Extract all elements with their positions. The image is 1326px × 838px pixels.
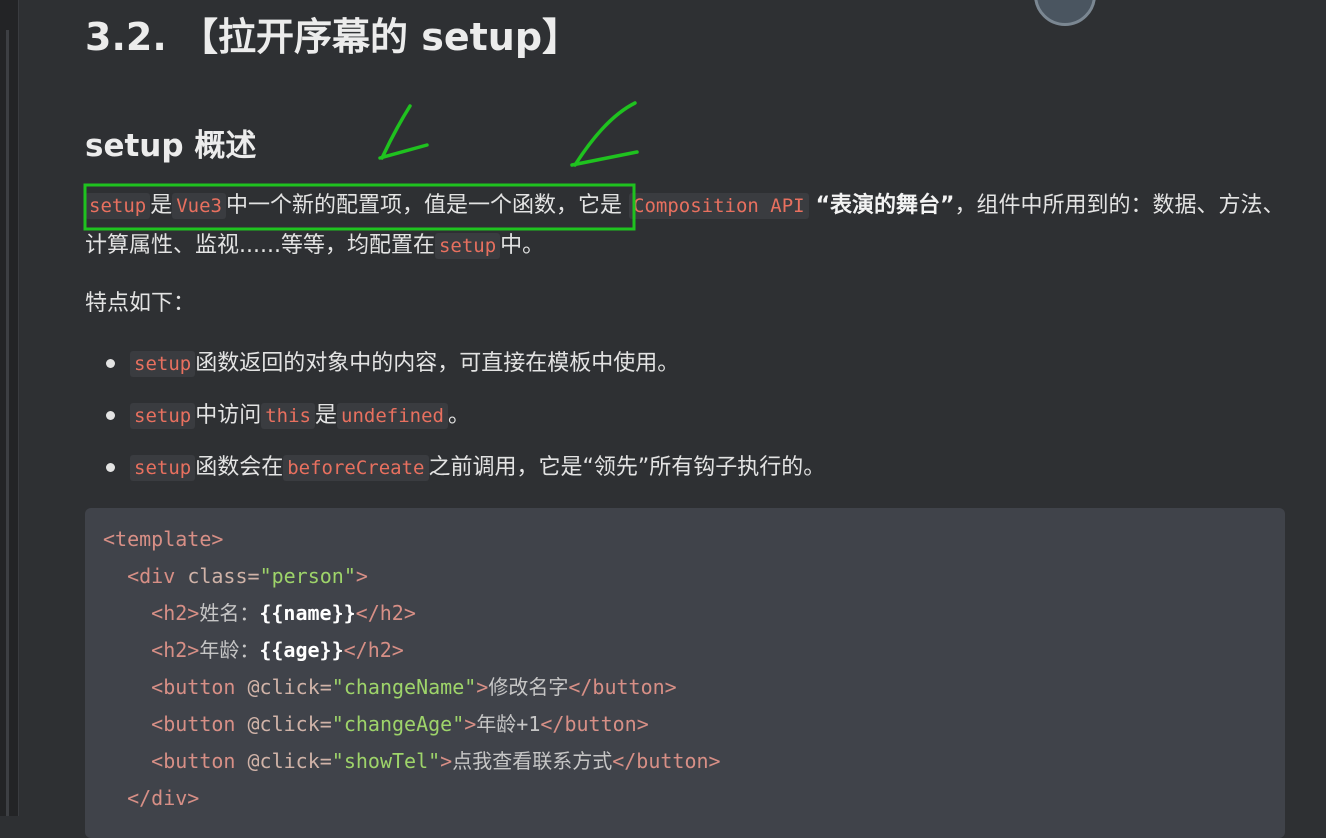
intro-text: 中。 bbox=[500, 233, 545, 258]
code-string: "person" bbox=[259, 564, 356, 588]
code-tag: > bbox=[476, 675, 489, 699]
code-tag: > bbox=[464, 712, 477, 736]
intro-paragraph: setup 是 Vue3 中一个新的配置项，值是一个函数，它是 Composition… bbox=[85, 186, 1290, 266]
code-string: "changeAge" bbox=[331, 712, 465, 736]
code-tag: <button bbox=[151, 712, 248, 736]
feature-list: setup 函数返回的对象中的内容，可直接在模板中使用。 setup 中访问 this… bbox=[85, 338, 825, 494]
code-tag: </h2> bbox=[355, 601, 416, 625]
code-tag: </button> bbox=[612, 749, 721, 773]
inline-code: Vue3 bbox=[172, 193, 226, 219]
list-text: 。 bbox=[447, 403, 470, 428]
code-tag: <h2> bbox=[151, 601, 200, 625]
inline-code: setup bbox=[130, 455, 196, 481]
list-text: 函数返回的对象中的内容，可直接在模板中使用。 bbox=[195, 351, 680, 376]
bullet-icon bbox=[106, 411, 115, 420]
code-attr: class= bbox=[187, 564, 260, 588]
features-label: 特点如下： bbox=[85, 291, 196, 316]
code-text: 点我查看联系方式 bbox=[452, 749, 613, 773]
code-line: <h2>年龄：{{age}}</h2> bbox=[103, 632, 1285, 669]
inline-code: Composition API bbox=[629, 193, 809, 219]
code-line: <button @click="changeName">修改名字</button… bbox=[103, 669, 1285, 706]
code-attr: @click= bbox=[247, 749, 332, 773]
code-text: 修改名字 bbox=[488, 675, 569, 699]
inline-code: this bbox=[261, 403, 315, 429]
code-string: "changeName" bbox=[331, 675, 477, 699]
code-tag: <template> bbox=[103, 527, 224, 551]
code-mustache: {{name}} bbox=[259, 601, 356, 625]
list-text: 函数会在 bbox=[195, 455, 284, 480]
code-tag: </button> bbox=[540, 712, 649, 736]
intro-text: 中一个新的配置项，值是一个函数，它是 bbox=[225, 193, 622, 218]
scroll-marker bbox=[6, 30, 9, 816]
code-mustache: {{age}} bbox=[259, 638, 344, 662]
left-scroll-strip[interactable] bbox=[0, 0, 19, 816]
code-tag: > bbox=[440, 749, 453, 773]
section-subheading: setup 概述 bbox=[85, 128, 257, 164]
code-tag: > bbox=[355, 564, 368, 588]
avatar[interactable] bbox=[1034, 0, 1096, 26]
code-text: 年龄： bbox=[199, 638, 260, 662]
code-line: <button @click="showTel">点我查看联系方式</butto… bbox=[103, 743, 1285, 780]
bullet-icon bbox=[106, 463, 115, 472]
code-tag: </h2> bbox=[343, 638, 404, 662]
code-line: <template> bbox=[103, 521, 1285, 558]
code-line: <button @click="changeAge">年龄+1</button> bbox=[103, 706, 1285, 743]
code-tag: <div bbox=[127, 564, 188, 588]
list-item: setup 中访问 this 是 undefined。 bbox=[85, 390, 825, 442]
list-text: 之前调用，它是“领先”所有钩子执行的。 bbox=[428, 455, 826, 480]
arrow-icon bbox=[570, 101, 639, 167]
list-item: setup 函数返回的对象中的内容，可直接在模板中使用。 bbox=[85, 338, 825, 390]
list-item: setup 函数会在 beforeCreate 之前调用，它是“领先”所有钩子执行的。 bbox=[85, 442, 825, 494]
code-text: 年龄+1 bbox=[476, 712, 541, 736]
inline-code: setup bbox=[434, 233, 501, 259]
code-line: <div class="person"> bbox=[103, 558, 1285, 595]
list-text: 中访问 bbox=[195, 403, 262, 428]
code-tag: <button bbox=[151, 675, 248, 699]
code-content: <template> <div class="person"> <h2>姓名：{… bbox=[85, 508, 1285, 817]
inline-code: setup bbox=[130, 351, 196, 377]
code-block[interactable]: <template> <div class="person"> <h2>姓名：{… bbox=[85, 508, 1285, 838]
inline-code: beforeCreate bbox=[283, 455, 429, 481]
code-attr: @click= bbox=[247, 712, 332, 736]
arrow-icon bbox=[378, 104, 429, 160]
list-text: 是 bbox=[314, 403, 337, 428]
intro-text: 是 bbox=[150, 193, 173, 218]
code-line: </div> bbox=[103, 780, 1285, 817]
code-tag: <h2> bbox=[151, 638, 200, 662]
code-line: <h2>姓名：{{name}}</h2> bbox=[103, 595, 1285, 632]
code-string: "showTel" bbox=[331, 749, 441, 773]
inline-code: setup bbox=[130, 403, 196, 429]
code-tag: </div> bbox=[127, 786, 200, 810]
inline-code: setup bbox=[85, 193, 151, 219]
code-attr: @click= bbox=[247, 675, 332, 699]
code-text: 姓名： bbox=[199, 601, 260, 625]
bullet-icon bbox=[106, 359, 115, 368]
section-heading: 3.2. 【拉开序幕的 setup】 bbox=[85, 15, 581, 59]
code-tag: <button bbox=[151, 749, 248, 773]
inline-code: undefined bbox=[337, 403, 448, 429]
code-tag: </button> bbox=[568, 675, 677, 699]
bold-text: “表演的舞台” bbox=[815, 193, 955, 218]
